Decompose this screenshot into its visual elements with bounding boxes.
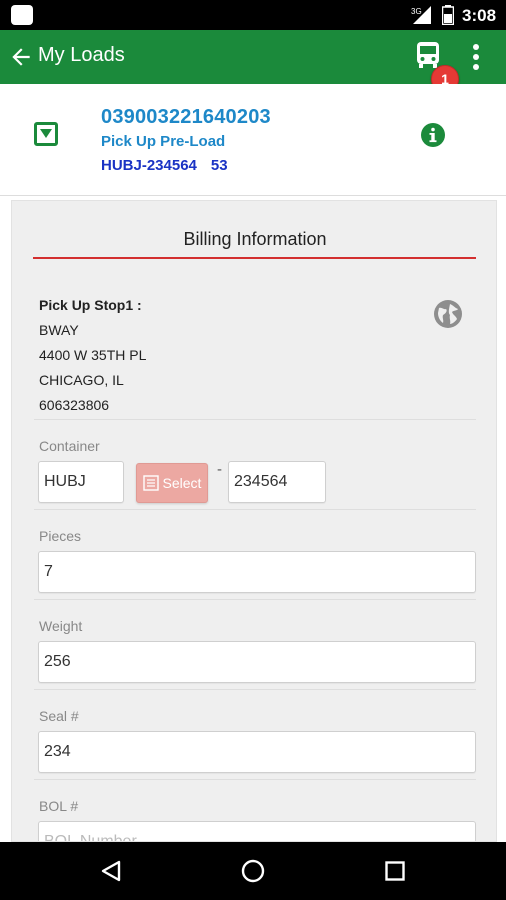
pieces-label: Pieces <box>39 528 82 544</box>
status-bar: 3G 3:08 <box>0 0 506 30</box>
pieces-input[interactable]: 7 <box>38 551 476 593</box>
app-bar: My Loads 1 <box>0 30 506 93</box>
divider <box>34 779 476 780</box>
divider <box>34 599 476 600</box>
divider <box>34 689 476 690</box>
container-number-input[interactable]: 234564 <box>228 461 326 503</box>
weight-label: Weight <box>39 618 83 634</box>
info-icon[interactable] <box>420 122 446 148</box>
list-icon <box>142 475 159 491</box>
bol-label: BOL # <box>39 798 79 814</box>
globe-icon[interactable] <box>433 299 463 329</box>
billing-panel: Billing Information Pick Up Stop1 : BWAY… <box>11 200 497 842</box>
system-nav-bar <box>0 842 506 900</box>
container-label: Container <box>39 438 100 454</box>
battery-icon <box>442 5 454 25</box>
bus-icon[interactable] <box>415 40 441 70</box>
stop-label: Pick Up Stop1 : <box>39 297 142 313</box>
nav-home-icon[interactable] <box>241 859 265 883</box>
back-arrow-icon[interactable] <box>8 44 34 70</box>
clock: 3:08 <box>462 6 497 25</box>
expand-icon[interactable] <box>34 122 58 146</box>
container-size: 53 <box>210 157 228 174</box>
stop-address: 4400 W 35TH PL <box>39 347 147 363</box>
stop-city: CHICAGO, IL <box>39 372 124 388</box>
select-button-label: Select <box>162 475 202 491</box>
pickup-stop: Pick Up Stop1 : BWAY 4400 W 35TH PL CHIC… <box>39 293 146 418</box>
stop-name: BWAY <box>39 322 79 338</box>
weight-input[interactable]: 256 <box>38 641 476 683</box>
title-underline <box>33 257 476 259</box>
page-title: My Loads <box>38 44 125 66</box>
divider <box>34 509 476 510</box>
divider <box>34 419 476 420</box>
more-vert-icon[interactable] <box>470 42 482 72</box>
load-header: 039003221640203 Pick Up Pre-Load HUBJ-23… <box>0 84 506 196</box>
section-title: Billing Information <box>183 229 327 249</box>
container-prefix-input[interactable]: HUBJ <box>38 461 124 503</box>
nav-back-icon[interactable] <box>100 860 122 882</box>
load-status: Pick Up Pre-Load <box>101 133 226 150</box>
seal-label: Seal # <box>39 708 79 724</box>
nav-recents-icon[interactable] <box>385 861 405 881</box>
load-number[interactable]: 039003221640203 <box>101 106 271 129</box>
select-container-button[interactable]: Select <box>136 463 208 503</box>
notification-square-icon <box>11 5 33 25</box>
stop-phone[interactable]: 606323806 <box>39 393 146 418</box>
signal-icon: 3G <box>411 6 431 24</box>
container-dash: - <box>217 461 222 478</box>
container-info: HUBJ-234564 53 <box>101 157 228 174</box>
seal-input[interactable]: 234 <box>38 731 476 773</box>
svg-text:3G: 3G <box>411 7 422 16</box>
bol-input[interactable]: BOL Number <box>38 821 476 841</box>
container-code: HUBJ-234564 <box>101 157 197 174</box>
